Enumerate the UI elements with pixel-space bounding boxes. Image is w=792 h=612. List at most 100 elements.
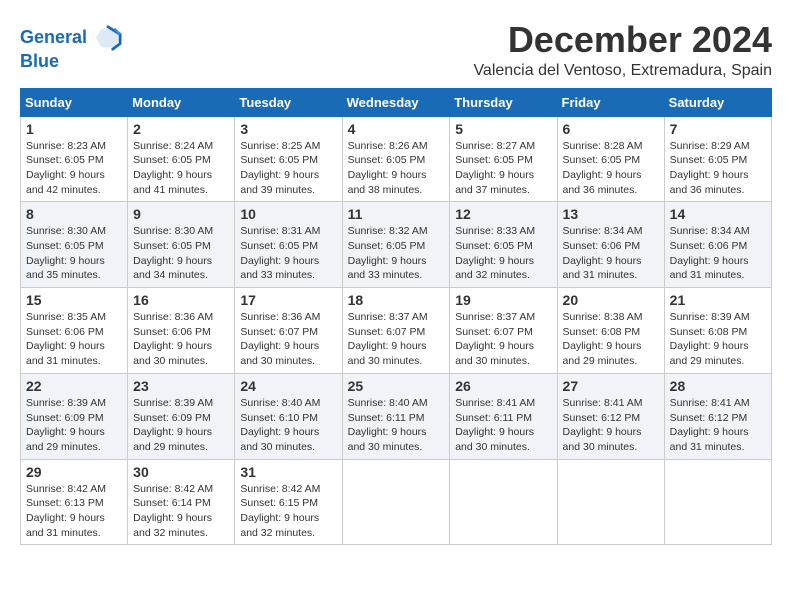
- weekday-header-sunday: Sunday: [21, 88, 128, 116]
- day-number: 16: [133, 292, 229, 308]
- day-info: Sunrise: 8:24 AMSunset: 6:05 PMDaylight:…: [133, 140, 213, 196]
- calendar-cell: 18 Sunrise: 8:37 AMSunset: 6:07 PMDaylig…: [342, 288, 450, 374]
- day-info: Sunrise: 8:35 AMSunset: 6:06 PMDaylight:…: [26, 311, 106, 367]
- weekday-header-saturday: Saturday: [664, 88, 771, 116]
- day-number: 15: [26, 292, 122, 308]
- calendar-cell: [664, 459, 771, 545]
- title-area: December 2024 Valencia del Ventoso, Extr…: [473, 20, 772, 80]
- day-info: Sunrise: 8:32 AMSunset: 6:05 PMDaylight:…: [348, 225, 428, 281]
- calendar-cell: 15 Sunrise: 8:35 AMSunset: 6:06 PMDaylig…: [21, 288, 128, 374]
- day-info: Sunrise: 8:34 AMSunset: 6:06 PMDaylight:…: [563, 225, 643, 281]
- logo-blue-text: Blue: [20, 52, 122, 72]
- weekday-header-thursday: Thursday: [450, 88, 557, 116]
- calendar-cell: 21 Sunrise: 8:39 AMSunset: 6:08 PMDaylig…: [664, 288, 771, 374]
- weekday-header-wednesday: Wednesday: [342, 88, 450, 116]
- calendar-cell: 12 Sunrise: 8:33 AMSunset: 6:05 PMDaylig…: [450, 202, 557, 288]
- day-number: 19: [455, 292, 551, 308]
- day-info: Sunrise: 8:42 AMSunset: 6:15 PMDaylight:…: [240, 483, 320, 539]
- location: Valencia del Ventoso, Extremadura, Spain: [473, 62, 772, 80]
- calendar-cell: [342, 459, 450, 545]
- calendar-cell: 13 Sunrise: 8:34 AMSunset: 6:06 PMDaylig…: [557, 202, 664, 288]
- day-number: 30: [133, 464, 229, 480]
- calendar-cell: 27 Sunrise: 8:41 AMSunset: 6:12 PMDaylig…: [557, 373, 664, 459]
- calendar-cell: 22 Sunrise: 8:39 AMSunset: 6:09 PMDaylig…: [21, 373, 128, 459]
- day-number: 5: [455, 121, 551, 137]
- day-number: 27: [563, 378, 659, 394]
- day-info: Sunrise: 8:42 AMSunset: 6:14 PMDaylight:…: [133, 483, 213, 539]
- weekday-header-tuesday: Tuesday: [235, 88, 342, 116]
- day-number: 2: [133, 121, 229, 137]
- day-info: Sunrise: 8:30 AMSunset: 6:05 PMDaylight:…: [133, 225, 213, 281]
- month-year: December 2024: [473, 20, 772, 60]
- day-number: 13: [563, 206, 659, 222]
- day-number: 23: [133, 378, 229, 394]
- day-number: 31: [240, 464, 336, 480]
- day-number: 25: [348, 378, 445, 394]
- calendar-cell: 7 Sunrise: 8:29 AMSunset: 6:05 PMDayligh…: [664, 116, 771, 202]
- day-info: Sunrise: 8:41 AMSunset: 6:12 PMDaylight:…: [670, 397, 750, 453]
- day-number: 6: [563, 121, 659, 137]
- day-info: Sunrise: 8:37 AMSunset: 6:07 PMDaylight:…: [455, 311, 535, 367]
- day-info: Sunrise: 8:29 AMSunset: 6:05 PMDaylight:…: [670, 140, 750, 196]
- day-info: Sunrise: 8:28 AMSunset: 6:05 PMDaylight:…: [563, 140, 643, 196]
- calendar-cell: 23 Sunrise: 8:39 AMSunset: 6:09 PMDaylig…: [128, 373, 235, 459]
- calendar-table: SundayMondayTuesdayWednesdayThursdayFrid…: [20, 88, 772, 546]
- logo: General Blue: [20, 24, 122, 72]
- day-info: Sunrise: 8:40 AMSunset: 6:10 PMDaylight:…: [240, 397, 320, 453]
- calendar-cell: 31 Sunrise: 8:42 AMSunset: 6:15 PMDaylig…: [235, 459, 342, 545]
- calendar-cell: 10 Sunrise: 8:31 AMSunset: 6:05 PMDaylig…: [235, 202, 342, 288]
- calendar-cell: 14 Sunrise: 8:34 AMSunset: 6:06 PMDaylig…: [664, 202, 771, 288]
- day-number: 29: [26, 464, 122, 480]
- day-info: Sunrise: 8:36 AMSunset: 6:06 PMDaylight:…: [133, 311, 213, 367]
- day-number: 11: [348, 206, 445, 222]
- calendar-cell: 2 Sunrise: 8:24 AMSunset: 6:05 PMDayligh…: [128, 116, 235, 202]
- day-number: 9: [133, 206, 229, 222]
- calendar-cell: 3 Sunrise: 8:25 AMSunset: 6:05 PMDayligh…: [235, 116, 342, 202]
- day-info: Sunrise: 8:39 AMSunset: 6:09 PMDaylight:…: [133, 397, 213, 453]
- day-info: Sunrise: 8:39 AMSunset: 6:08 PMDaylight:…: [670, 311, 750, 367]
- day-number: 21: [670, 292, 766, 308]
- weekday-header-friday: Friday: [557, 88, 664, 116]
- calendar-cell: 26 Sunrise: 8:41 AMSunset: 6:11 PMDaylig…: [450, 373, 557, 459]
- calendar-cell: 29 Sunrise: 8:42 AMSunset: 6:13 PMDaylig…: [21, 459, 128, 545]
- header: General Blue December 2024 Valencia del …: [20, 20, 772, 80]
- day-info: Sunrise: 8:42 AMSunset: 6:13 PMDaylight:…: [26, 483, 106, 539]
- calendar-cell: 25 Sunrise: 8:40 AMSunset: 6:11 PMDaylig…: [342, 373, 450, 459]
- day-number: 20: [563, 292, 659, 308]
- calendar-cell: 1 Sunrise: 8:23 AMSunset: 6:05 PMDayligh…: [21, 116, 128, 202]
- logo-text: General: [20, 24, 122, 52]
- calendar-cell: 20 Sunrise: 8:38 AMSunset: 6:08 PMDaylig…: [557, 288, 664, 374]
- day-info: Sunrise: 8:41 AMSunset: 6:11 PMDaylight:…: [455, 397, 535, 453]
- weekday-header-monday: Monday: [128, 88, 235, 116]
- day-info: Sunrise: 8:36 AMSunset: 6:07 PMDaylight:…: [240, 311, 320, 367]
- day-info: Sunrise: 8:40 AMSunset: 6:11 PMDaylight:…: [348, 397, 428, 453]
- day-info: Sunrise: 8:26 AMSunset: 6:05 PMDaylight:…: [348, 140, 428, 196]
- calendar-cell: 16 Sunrise: 8:36 AMSunset: 6:06 PMDaylig…: [128, 288, 235, 374]
- day-number: 18: [348, 292, 445, 308]
- calendar-cell: 11 Sunrise: 8:32 AMSunset: 6:05 PMDaylig…: [342, 202, 450, 288]
- calendar-cell: 30 Sunrise: 8:42 AMSunset: 6:14 PMDaylig…: [128, 459, 235, 545]
- day-number: 10: [240, 206, 336, 222]
- day-number: 14: [670, 206, 766, 222]
- day-info: Sunrise: 8:31 AMSunset: 6:05 PMDaylight:…: [240, 225, 320, 281]
- day-number: 26: [455, 378, 551, 394]
- day-info: Sunrise: 8:23 AMSunset: 6:05 PMDaylight:…: [26, 140, 106, 196]
- day-number: 8: [26, 206, 122, 222]
- day-info: Sunrise: 8:41 AMSunset: 6:12 PMDaylight:…: [563, 397, 643, 453]
- day-info: Sunrise: 8:39 AMSunset: 6:09 PMDaylight:…: [26, 397, 106, 453]
- day-number: 24: [240, 378, 336, 394]
- calendar-cell: [557, 459, 664, 545]
- day-info: Sunrise: 8:37 AMSunset: 6:07 PMDaylight:…: [348, 311, 428, 367]
- day-info: Sunrise: 8:34 AMSunset: 6:06 PMDaylight:…: [670, 225, 750, 281]
- day-info: Sunrise: 8:25 AMSunset: 6:05 PMDaylight:…: [240, 140, 320, 196]
- day-info: Sunrise: 8:38 AMSunset: 6:08 PMDaylight:…: [563, 311, 643, 367]
- day-number: 1: [26, 121, 122, 137]
- day-info: Sunrise: 8:30 AMSunset: 6:05 PMDaylight:…: [26, 225, 106, 281]
- calendar-cell: 24 Sunrise: 8:40 AMSunset: 6:10 PMDaylig…: [235, 373, 342, 459]
- day-number: 17: [240, 292, 336, 308]
- calendar-cell: 6 Sunrise: 8:28 AMSunset: 6:05 PMDayligh…: [557, 116, 664, 202]
- calendar-cell: 4 Sunrise: 8:26 AMSunset: 6:05 PMDayligh…: [342, 116, 450, 202]
- day-number: 4: [348, 121, 445, 137]
- calendar-cell: 9 Sunrise: 8:30 AMSunset: 6:05 PMDayligh…: [128, 202, 235, 288]
- calendar-cell: 5 Sunrise: 8:27 AMSunset: 6:05 PMDayligh…: [450, 116, 557, 202]
